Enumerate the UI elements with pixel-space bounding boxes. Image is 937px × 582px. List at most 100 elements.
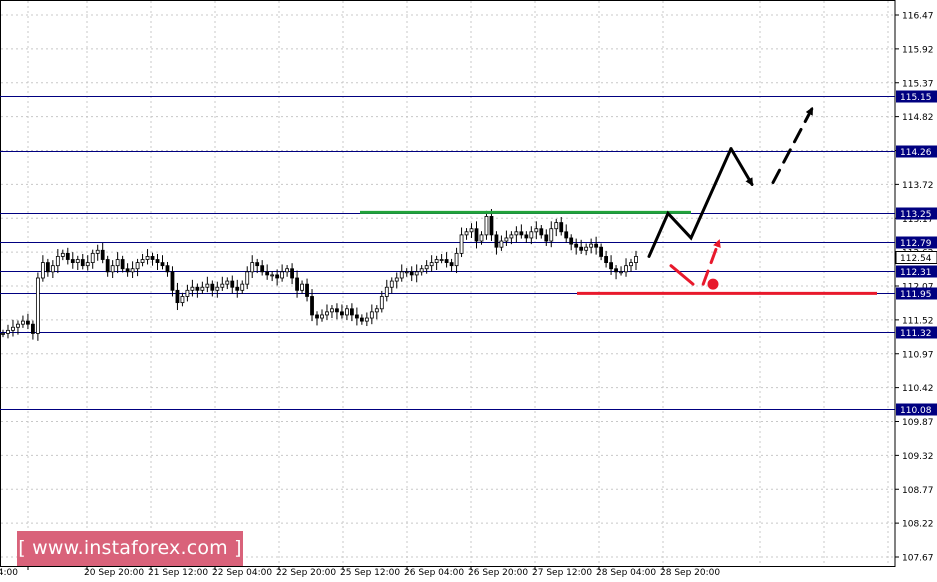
current-price-label: 112.54 bbox=[900, 254, 932, 264]
level-label: 110.08 bbox=[900, 406, 932, 416]
candle-body bbox=[409, 271, 414, 276]
level-label: 111.32 bbox=[900, 329, 932, 339]
price-axis: 116.47115.92115.37114.82114.27113.72113.… bbox=[895, 12, 937, 564]
candle-body bbox=[629, 262, 633, 267]
candle-body bbox=[519, 231, 524, 236]
y-tick-label: 116.47 bbox=[902, 12, 934, 22]
candle-body bbox=[1, 333, 5, 335]
candle-body bbox=[489, 216, 494, 236]
time-axis: 04:00 20 Sep 20:00 21 Sep 12:00 22 Sep 04:0… bbox=[0, 566, 720, 578]
candle-body bbox=[345, 308, 349, 316]
level-label: 112.79 bbox=[900, 239, 932, 249]
candle-body bbox=[569, 237, 574, 245]
candle-body bbox=[35, 277, 40, 334]
candle-body bbox=[255, 262, 260, 267]
y-tick-label: 110.42 bbox=[902, 384, 934, 394]
candle-body bbox=[280, 271, 285, 279]
y-tick-label: 110.97 bbox=[902, 350, 934, 360]
candle-body bbox=[155, 259, 160, 263]
candle-body bbox=[190, 286, 195, 291]
candle-body bbox=[205, 283, 210, 288]
candle-body bbox=[594, 243, 599, 248]
candle-body bbox=[549, 228, 554, 242]
candle-body bbox=[529, 231, 534, 239]
candle-body bbox=[265, 271, 270, 276]
candle-body bbox=[584, 246, 589, 251]
level-label: 113.25 bbox=[900, 210, 932, 220]
bearish-forecast-path bbox=[701, 239, 721, 286]
candle-body bbox=[75, 259, 80, 263]
level-label: 112.31 bbox=[900, 268, 932, 278]
candle-body bbox=[210, 283, 215, 291]
candle-body bbox=[220, 283, 225, 288]
candle-body bbox=[499, 240, 504, 248]
candle-body bbox=[310, 296, 314, 316]
level-label: 114.26 bbox=[900, 148, 932, 158]
x-tick-label: 28 Sep 20:00 bbox=[660, 568, 720, 578]
candle-body bbox=[479, 234, 484, 242]
candle-body bbox=[449, 262, 454, 267]
candle-body bbox=[290, 268, 294, 279]
y-tick-label: 115.92 bbox=[902, 45, 934, 55]
candle-body bbox=[364, 317, 369, 322]
candle-body bbox=[444, 259, 449, 263]
candle-body bbox=[125, 268, 130, 273]
candle-body bbox=[185, 289, 190, 297]
candle-body bbox=[300, 283, 304, 291]
candle-body bbox=[85, 262, 90, 267]
candle-body bbox=[559, 222, 564, 233]
candle-body bbox=[150, 256, 155, 260]
candle-body bbox=[245, 271, 250, 285]
candle-body bbox=[439, 259, 444, 261]
y-tick-label: 114.82 bbox=[902, 113, 934, 123]
candle-body bbox=[514, 231, 519, 236]
candle-body bbox=[140, 259, 145, 263]
candle-body bbox=[145, 256, 150, 260]
candle-body bbox=[335, 308, 339, 313]
candle-body bbox=[399, 271, 404, 279]
y-tick-label: 107.67 bbox=[902, 554, 934, 564]
candle-body bbox=[389, 280, 394, 288]
candle-body bbox=[225, 280, 230, 285]
candle-body bbox=[60, 252, 65, 257]
candle-body bbox=[589, 243, 594, 248]
candle-body bbox=[16, 323, 20, 328]
candle-body bbox=[599, 246, 604, 257]
forecast-dot bbox=[707, 278, 719, 290]
candle-body bbox=[315, 314, 319, 319]
plot-border bbox=[0, 0, 896, 567]
candle-body bbox=[275, 274, 280, 279]
candle-body bbox=[404, 271, 409, 274]
horizontal-levels bbox=[0, 96, 895, 410]
candle-body bbox=[374, 308, 379, 313]
chart-grid bbox=[0, 0, 896, 567]
x-tick-label: 22 Sep 20:00 bbox=[276, 568, 336, 578]
y-tick-label: 111.52 bbox=[902, 316, 934, 326]
candle-body bbox=[419, 268, 424, 273]
candle-body bbox=[604, 256, 608, 263]
candle-body bbox=[634, 256, 638, 263]
candle-body bbox=[50, 265, 55, 273]
candle-body bbox=[459, 234, 464, 254]
candle-body bbox=[260, 265, 265, 273]
x-tick-label: 04:00 bbox=[0, 568, 18, 578]
candle-body bbox=[235, 286, 240, 291]
candle-body bbox=[454, 252, 459, 267]
candle-body bbox=[320, 314, 324, 319]
candle-body bbox=[414, 271, 419, 276]
x-tick-label: 27 Sep 12:00 bbox=[532, 568, 592, 578]
candle-body bbox=[564, 231, 569, 239]
candle-body bbox=[484, 216, 489, 236]
candle-body bbox=[120, 259, 125, 270]
watermark-logo: [ www.instaforex.com ] bbox=[17, 531, 243, 566]
y-tick-label: 109.87 bbox=[902, 418, 934, 428]
y-tick-label: 109.32 bbox=[902, 452, 934, 462]
candle-body bbox=[160, 262, 165, 267]
candle-body bbox=[469, 228, 474, 233]
candle-body bbox=[285, 268, 290, 273]
candle-body bbox=[379, 296, 384, 310]
candle-body bbox=[31, 323, 35, 334]
candle-body bbox=[384, 286, 389, 297]
x-tick-label: 26 Sep 20:00 bbox=[468, 568, 528, 578]
y-tick-label: 115.37 bbox=[902, 79, 934, 89]
